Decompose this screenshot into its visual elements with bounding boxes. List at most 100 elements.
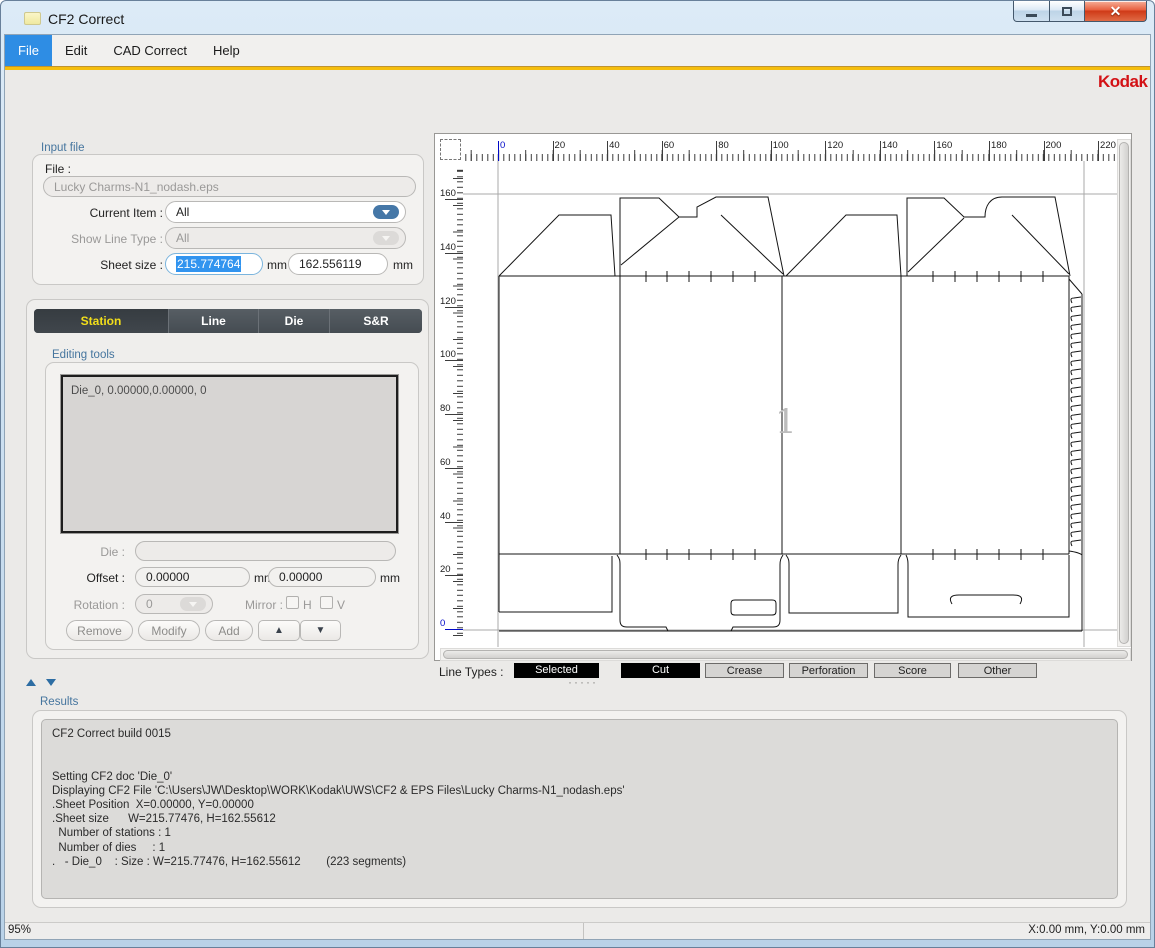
offset-y-field[interactable]: 0.00000 bbox=[268, 567, 376, 587]
hruler-tick bbox=[716, 141, 717, 161]
sheet-height-value: 162.556119 bbox=[299, 257, 362, 271]
editing-tools-group: Die_0, 0.00000,0.00000, 0 Die : Offset :… bbox=[45, 362, 419, 650]
station-number-label: 1 bbox=[775, 402, 797, 442]
collapse-up-icon[interactable] bbox=[26, 679, 36, 686]
vertical-ruler: 160140120100806040200 bbox=[439, 161, 463, 647]
vruler-label: 140 bbox=[440, 242, 456, 253]
maximize-icon bbox=[1062, 7, 1072, 16]
menu-item-edit[interactable]: Edit bbox=[52, 35, 100, 66]
horizontal-scrollbar-thumb[interactable] bbox=[443, 650, 1128, 659]
sheet-size-label: Sheet size : bbox=[53, 258, 163, 272]
add-button[interactable]: Add bbox=[205, 620, 253, 641]
current-item-label: Current Item : bbox=[53, 206, 163, 220]
zoom-level: 95% bbox=[5, 923, 583, 939]
tab-die[interactable]: Die bbox=[259, 309, 330, 333]
horizontal-ruler: 020406080100120140160180200220 bbox=[463, 139, 1117, 161]
line-type-perforation[interactable]: Perforation bbox=[789, 663, 868, 678]
results-log-text: CF2 Correct build 0015 Setting CF2 doc '… bbox=[42, 720, 1117, 876]
vruler-tick bbox=[445, 468, 463, 469]
offset-x-value: 0.00000 bbox=[146, 570, 189, 584]
close-icon: ✕ bbox=[1110, 3, 1122, 20]
chevron-down-icon bbox=[373, 231, 399, 245]
sheet-width-value: 215.774764 bbox=[176, 256, 241, 272]
vertical-scrollbar-thumb[interactable] bbox=[1119, 142, 1129, 644]
horizontal-scrollbar[interactable] bbox=[440, 648, 1131, 661]
sheet-width-unit: mm bbox=[267, 258, 287, 272]
minimize-button[interactable] bbox=[1013, 1, 1050, 22]
hruler-tick bbox=[825, 141, 826, 161]
minimize-icon bbox=[1026, 14, 1037, 17]
move-down-button[interactable]: ▼ bbox=[300, 620, 341, 641]
line-types-label: Line Types : bbox=[439, 665, 504, 679]
arrow-down-icon: ▼ bbox=[316, 625, 326, 636]
current-item-value: All bbox=[176, 205, 189, 219]
title-bar[interactable]: CF2 Correct ✕ bbox=[1, 1, 1154, 34]
vertical-scrollbar[interactable] bbox=[1117, 139, 1131, 647]
chevron-down-icon[interactable] bbox=[373, 205, 399, 219]
vruler-label: 20 bbox=[440, 564, 451, 575]
cad-viewer-panel: 020406080100120140160180200220 160140120… bbox=[434, 133, 1132, 661]
close-button[interactable]: ✕ bbox=[1084, 1, 1147, 22]
vruler-label: 40 bbox=[440, 511, 451, 522]
legend-dots: ····· bbox=[568, 675, 598, 689]
results-log[interactable]: CF2 Correct build 0015 Setting CF2 doc '… bbox=[41, 719, 1118, 899]
offset-y-unit: mm bbox=[380, 571, 400, 585]
modify-button[interactable]: Modify bbox=[138, 620, 200, 641]
offset-x-field[interactable]: 0.00000 bbox=[135, 567, 250, 587]
vruler-tick bbox=[445, 522, 463, 523]
menu-item-help[interactable]: Help bbox=[200, 35, 253, 66]
mirror-v-checkbox[interactable] bbox=[320, 596, 333, 609]
line-type-cut[interactable]: Cut bbox=[621, 663, 700, 678]
move-up-button[interactable]: ▲ bbox=[258, 620, 300, 641]
hruler-minor-ticks bbox=[463, 154, 1117, 161]
kodak-logo: Kodak bbox=[1098, 72, 1147, 92]
line-type-crease[interactable]: Crease bbox=[705, 663, 784, 678]
status-bar: 95% X:0.00 mm, Y:0.00 mm bbox=[5, 922, 1150, 939]
menu-item-file[interactable]: File bbox=[5, 35, 52, 66]
hruler-tick bbox=[1044, 141, 1045, 161]
menu-item-cad-correct[interactable]: CAD Correct bbox=[100, 35, 200, 66]
window-title: CF2 Correct bbox=[48, 11, 124, 27]
file-label: File : bbox=[45, 162, 71, 176]
sheet-width-field[interactable]: 215.774764 bbox=[165, 253, 263, 275]
input-file-group: File : Lucky Charms-N1_nodash.eps Curren… bbox=[32, 154, 424, 285]
list-item[interactable]: Die_0, 0.00000,0.00000, 0 bbox=[63, 377, 396, 397]
arrow-up-icon: ▲ bbox=[274, 625, 284, 636]
tab-line[interactable]: Line bbox=[169, 309, 259, 333]
mirror-label: Mirror : bbox=[245, 598, 283, 612]
rotation-label: Rotation : bbox=[46, 598, 125, 612]
die-field[interactable] bbox=[135, 541, 396, 561]
vruler-tick bbox=[445, 253, 463, 254]
collapse-down-icon[interactable] bbox=[46, 679, 56, 686]
vruler-tick bbox=[445, 360, 463, 361]
rotation-value: 0 bbox=[146, 597, 153, 611]
hruler-label: 40 bbox=[609, 140, 620, 151]
file-name-field[interactable]: Lucky Charms-N1_nodash.eps bbox=[43, 176, 416, 197]
offset-y-value: 0.00000 bbox=[279, 570, 322, 584]
line-type-score[interactable]: Score bbox=[874, 663, 951, 678]
hruler-label: 100 bbox=[773, 140, 789, 151]
die-drawing-canvas[interactable]: 1 bbox=[463, 161, 1117, 647]
panel-splitter bbox=[26, 679, 56, 686]
vruler-label: 80 bbox=[440, 403, 451, 414]
hruler-label: 20 bbox=[555, 140, 566, 151]
line-type-other[interactable]: Other bbox=[958, 663, 1037, 678]
sheet-height-field[interactable]: 162.556119 bbox=[288, 253, 388, 275]
station-listbox[interactable]: Die_0, 0.00000,0.00000, 0 bbox=[61, 375, 398, 533]
remove-button[interactable]: Remove bbox=[66, 620, 133, 641]
tab-s-r[interactable]: S&R bbox=[330, 309, 422, 333]
tool-tabs: StationLineDieS&R bbox=[34, 309, 422, 333]
hruler-label: 140 bbox=[882, 140, 898, 151]
current-item-dropdown[interactable]: All bbox=[165, 201, 406, 223]
maximize-button[interactable] bbox=[1049, 1, 1085, 22]
mirror-h-checkbox[interactable] bbox=[286, 596, 299, 609]
mirror-h-label: H bbox=[303, 598, 312, 612]
die-line-drawing: 1 bbox=[463, 161, 1117, 647]
file-name-value: Lucky Charms-N1_nodash.eps bbox=[54, 180, 219, 194]
vruler-tick bbox=[445, 199, 463, 200]
main-area: Kodak Input file File : Lucky Charms-N1_… bbox=[5, 70, 1150, 922]
rotation-dropdown[interactable]: 0 bbox=[135, 594, 213, 614]
show-line-type-dropdown[interactable]: All bbox=[165, 227, 406, 249]
hruler-label: 220 bbox=[1100, 140, 1116, 151]
tab-station[interactable]: Station bbox=[34, 309, 169, 333]
